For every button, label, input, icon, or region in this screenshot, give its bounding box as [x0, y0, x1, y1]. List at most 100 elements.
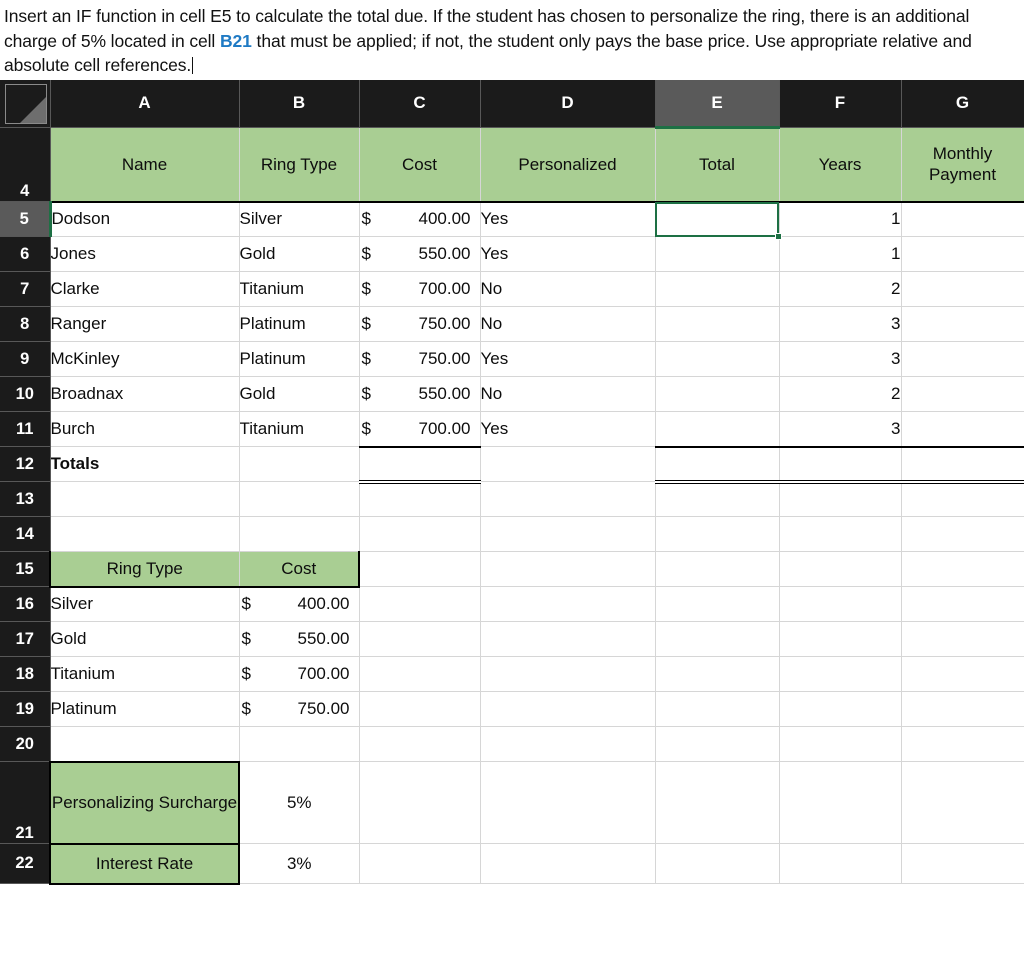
cell-c9[interactable]: $750.00	[359, 341, 481, 377]
cell-b13[interactable]	[239, 481, 360, 517]
cell-f22[interactable]	[779, 843, 902, 884]
cell-g14[interactable]	[901, 516, 1024, 552]
cell-g7[interactable]	[901, 271, 1024, 307]
column-header-f[interactable]: F	[779, 79, 902, 128]
cell-g13[interactable]	[901, 481, 1024, 517]
cell-e18[interactable]	[655, 656, 780, 692]
cell-g6[interactable]	[901, 236, 1024, 272]
cell-a14[interactable]	[50, 516, 240, 552]
cell-e16[interactable]	[655, 586, 780, 622]
cell-a8[interactable]: Ranger	[50, 306, 240, 342]
cell-g9[interactable]	[901, 341, 1024, 377]
column-header-d[interactable]: D	[480, 79, 656, 128]
cell-a18[interactable]: Titanium	[50, 656, 240, 692]
cell-g22[interactable]	[901, 843, 1024, 884]
cell-d9[interactable]: Yes	[480, 341, 656, 377]
cell-b14[interactable]	[239, 516, 360, 552]
cell-a13[interactable]	[50, 481, 240, 517]
spreadsheet-grid[interactable]: A B C D E F G 4 Name Ring Type Cost Pers…	[0, 79, 1024, 885]
cell-e20[interactable]	[655, 726, 780, 762]
cell-b9[interactable]: Platinum	[239, 341, 360, 377]
cell-g19[interactable]	[901, 691, 1024, 727]
cell-b17[interactable]: $550.00	[239, 621, 360, 657]
cell-f5[interactable]: 1	[779, 201, 902, 237]
header-cell-name[interactable]: Name	[50, 127, 240, 203]
cell-c8[interactable]: $750.00	[359, 306, 481, 342]
cell-f19[interactable]	[779, 691, 902, 727]
header-cell-personalized[interactable]: Personalized	[480, 127, 656, 203]
cell-a7[interactable]: Clarke	[50, 271, 240, 307]
cell-c10[interactable]: $550.00	[359, 376, 481, 412]
cell-c18[interactable]	[359, 656, 481, 692]
cell-a11[interactable]: Burch	[50, 411, 240, 447]
row-header-20[interactable]: 20	[0, 726, 51, 762]
cell-d15[interactable]	[480, 551, 656, 587]
cell-g17[interactable]	[901, 621, 1024, 657]
cell-g15[interactable]	[901, 551, 1024, 587]
cell-d14[interactable]	[480, 516, 656, 552]
cell-e17[interactable]	[655, 621, 780, 657]
row-header-12[interactable]: 12	[0, 446, 51, 482]
cell-e14[interactable]	[655, 516, 780, 552]
cell-a16[interactable]: Silver	[50, 586, 240, 622]
cell-e7[interactable]	[655, 271, 780, 307]
row-header-21[interactable]: 21	[0, 761, 51, 844]
cell-f11[interactable]: 3	[779, 411, 902, 448]
cell-d10[interactable]: No	[480, 376, 656, 412]
cell-e5[interactable]	[655, 201, 780, 237]
cell-f20[interactable]	[779, 726, 902, 762]
cell-b16[interactable]: $400.00	[239, 586, 360, 622]
cell-d22[interactable]	[480, 843, 656, 884]
cell-d13[interactable]	[480, 481, 656, 517]
cell-b5[interactable]: Silver	[239, 201, 360, 237]
cell-d17[interactable]	[480, 621, 656, 657]
cell-f17[interactable]	[779, 621, 902, 657]
cell-f9[interactable]: 3	[779, 341, 902, 377]
row-header-13[interactable]: 13	[0, 481, 51, 517]
cell-d19[interactable]	[480, 691, 656, 727]
cell-a5[interactable]: Dodson	[50, 201, 240, 237]
cell-b12[interactable]	[239, 446, 360, 482]
column-header-c[interactable]: C	[359, 79, 481, 128]
cell-c19[interactable]	[359, 691, 481, 727]
cell-a17[interactable]: Gold	[50, 621, 240, 657]
cell-e8[interactable]	[655, 306, 780, 342]
row-header-7[interactable]: 7	[0, 271, 51, 307]
cell-a21-surcharge-label[interactable]: Personalizing Surcharge	[49, 761, 240, 845]
cell-e10[interactable]	[655, 376, 780, 412]
cell-a20[interactable]	[50, 726, 240, 763]
cell-g20[interactable]	[901, 726, 1024, 762]
cell-b21-surcharge-value[interactable]: 5%	[239, 761, 360, 844]
cell-c22[interactable]	[359, 843, 481, 884]
cell-a12-totals-label[interactable]: Totals	[50, 446, 240, 482]
cell-c20[interactable]	[359, 726, 481, 762]
cell-d16[interactable]	[480, 586, 656, 622]
cell-d8[interactable]: No	[480, 306, 656, 342]
cell-g12-total-monthly[interactable]	[901, 446, 1024, 484]
cell-e13[interactable]	[655, 481, 780, 517]
cell-a6[interactable]: Jones	[50, 236, 240, 272]
cell-c15[interactable]	[359, 551, 481, 587]
row-header-10[interactable]: 10	[0, 376, 51, 412]
row-header-22[interactable]: 22	[0, 843, 51, 884]
cell-c12-total-cost[interactable]	[359, 446, 481, 484]
cell-b8[interactable]: Platinum	[239, 306, 360, 342]
header-cell-ring-type[interactable]: Ring Type	[239, 127, 360, 203]
header-cell-cost[interactable]: Cost	[359, 127, 481, 203]
cell-g21[interactable]	[901, 761, 1024, 844]
cell-f10[interactable]: 2	[779, 376, 902, 412]
cell-e12-total-due[interactable]	[655, 446, 780, 484]
cell-f15[interactable]	[779, 551, 902, 587]
header-cell-years[interactable]: Years	[779, 127, 902, 203]
cell-d5[interactable]: Yes	[480, 201, 656, 237]
select-all-corner[interactable]	[0, 79, 51, 128]
cell-b20[interactable]	[239, 726, 360, 762]
cell-c13[interactable]	[359, 481, 481, 517]
cell-e6[interactable]	[655, 236, 780, 272]
cell-f18[interactable]	[779, 656, 902, 692]
cell-c17[interactable]	[359, 621, 481, 657]
cell-c5[interactable]: $400.00	[359, 201, 481, 237]
cell-f21[interactable]	[779, 761, 902, 844]
cell-e15[interactable]	[655, 551, 780, 587]
cell-c14[interactable]	[359, 516, 481, 552]
